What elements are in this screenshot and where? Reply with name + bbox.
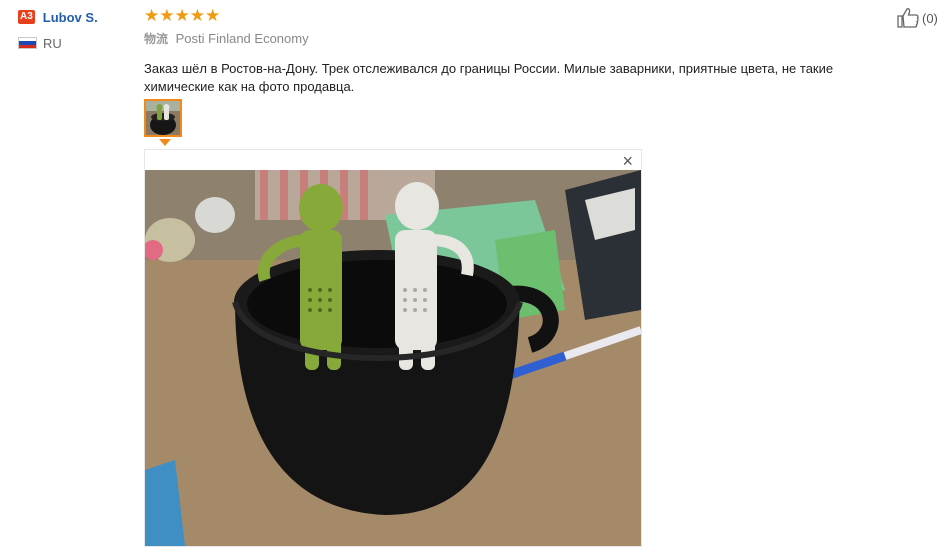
photo-viewer: × [144, 149, 642, 547]
logistics-value: Posti Finland Economy [175, 31, 309, 46]
helpful-count: (0) [922, 10, 938, 26]
thumbnail-image [146, 101, 180, 135]
photo-thumbnail[interactable] [144, 99, 182, 137]
thumbs-up-icon[interactable] [896, 7, 920, 29]
close-icon[interactable]: × [622, 152, 633, 170]
buyer-country: RU [18, 35, 138, 51]
star-icon: ★ [189, 5, 205, 25]
country-code: RU [43, 35, 62, 51]
tea-infuser-photo [145, 170, 641, 546]
star-icon: ★ [205, 5, 221, 25]
star-rating: ★ ★ ★ ★ ★ [144, 6, 884, 24]
star-icon: ★ [174, 5, 190, 25]
review-photo[interactable] [145, 170, 641, 546]
logistics-info: 物流 Posti Finland Economy [144, 30, 884, 46]
feedback-content: ★ ★ ★ ★ ★ 物流 Posti Finland Economy Заказ… [144, 6, 884, 547]
star-icon: ★ [159, 5, 175, 25]
helpful-vote[interactable]: (0) [896, 7, 938, 29]
star-icon: ★ [144, 5, 160, 25]
russia-flag-icon [18, 37, 37, 49]
feedback-item: A3 Lubov S. RU ★ ★ ★ ★ ★ 物流 Posti Finlan… [0, 0, 941, 547]
thumbnail-pointer [159, 139, 171, 146]
buyer-level-badge: A3 [18, 10, 35, 24]
buyer-line: A3 Lubov S. [18, 8, 138, 26]
buyer-info: A3 Lubov S. RU [18, 8, 138, 51]
feedback-text: Заказ шёл в Ростов-на-Дону. Трек отслежи… [144, 61, 834, 94]
logistics-label: 物流 [144, 32, 169, 46]
buyer-name-link[interactable]: Lubov S. [43, 10, 98, 25]
